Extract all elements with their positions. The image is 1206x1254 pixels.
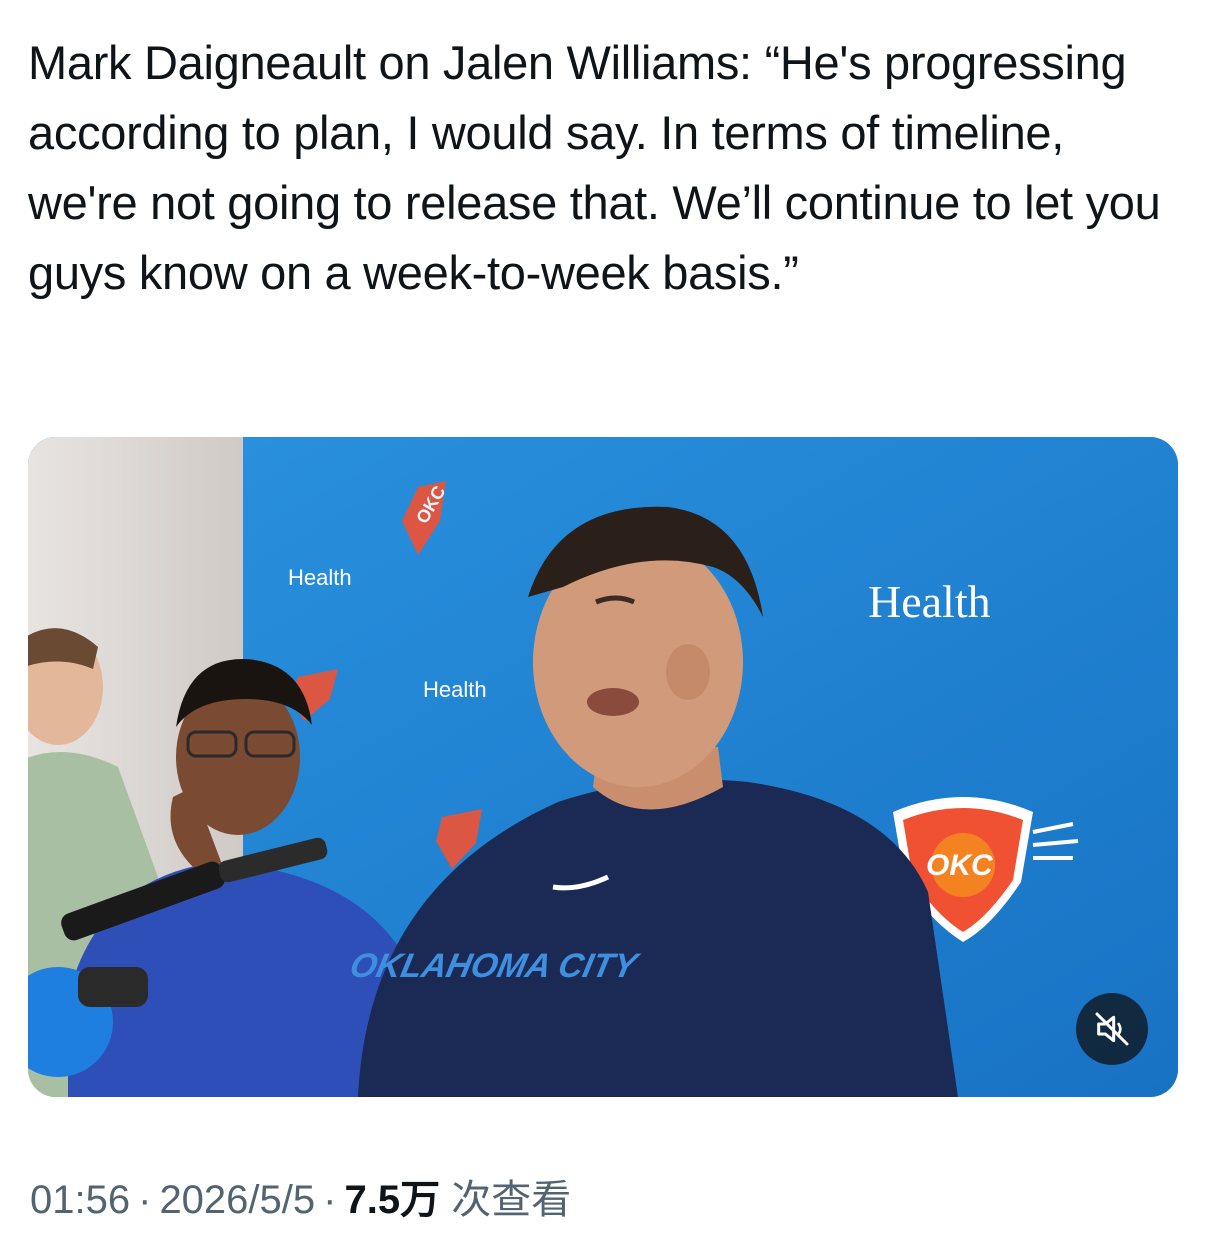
- shirt-text: OKLAHOMA CITY: [347, 947, 644, 985]
- video-frame: OKC Health Health Health OKC OKLAHOMA CI…: [28, 437, 1178, 1097]
- separator: ·: [138, 1178, 152, 1222]
- sponsor-text-small: Health: [288, 565, 352, 590]
- tweet-text: Mark Daigneault on Jalen Williams: “He's…: [28, 36, 1161, 299]
- tweet-date[interactable]: 2026/5/5: [159, 1178, 315, 1222]
- tweet-metadata: 01:56 · 2026/5/5 · 7.5万 次查看: [30, 1172, 571, 1228]
- tweet-time[interactable]: 01:56: [30, 1178, 130, 1222]
- mute-toggle-button[interactable]: [1076, 993, 1148, 1065]
- view-label: 次查看: [451, 1178, 572, 1222]
- sponsor-text-small: Health: [423, 677, 487, 702]
- tweet-video[interactable]: OKC Health Health Health OKC OKLAHOMA CI…: [28, 437, 1178, 1097]
- sponsor-text-large: Health: [868, 576, 991, 627]
- speaker-muted-icon: [1095, 1012, 1129, 1046]
- view-count: 7.5万: [344, 1178, 441, 1222]
- separator: ·: [323, 1178, 337, 1222]
- okc-shield-text: OKC: [926, 849, 994, 882]
- previous-tweet-remnant: [60, 0, 240, 6]
